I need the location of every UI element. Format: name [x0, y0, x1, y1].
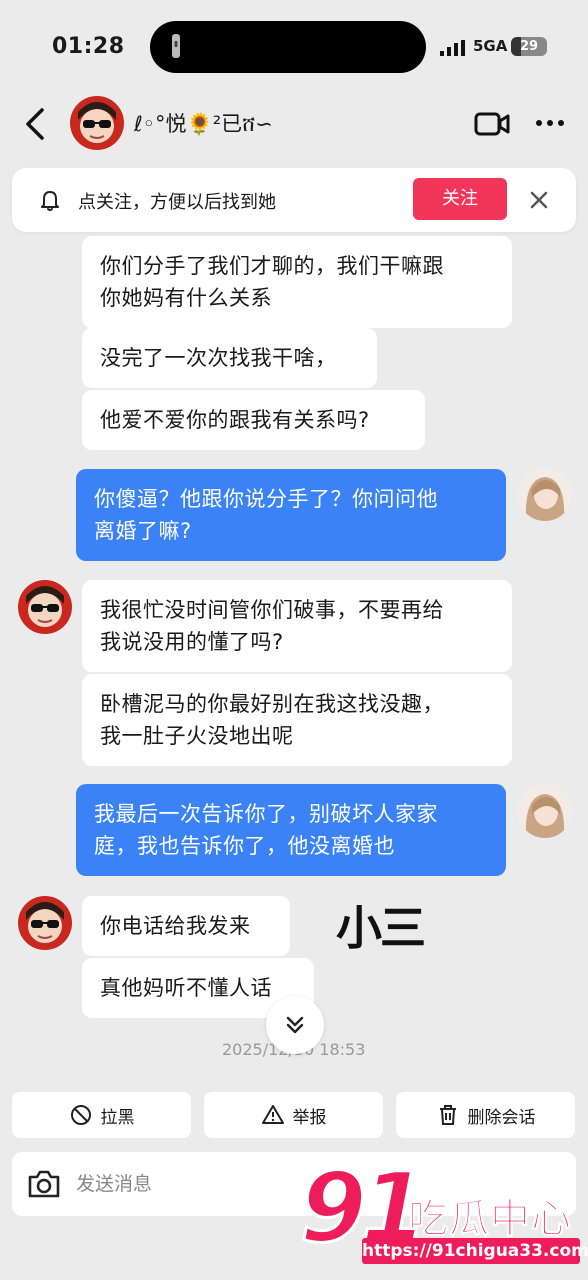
delete-label: 删除会话 [467, 1107, 536, 1128]
close-icon[interactable] [529, 190, 549, 210]
report-label: 举报 [292, 1107, 327, 1128]
message-bubble[interactable]: 我很忙没时间管你们破事，不要再给 我说没用的懂了吗? [82, 580, 512, 672]
camera-icon[interactable] [26, 1167, 62, 1201]
message-bubble[interactable]: 你傻逼？他跟你说分手了？你问问他 离婚了嘛? [76, 469, 506, 561]
message-line: 离婚了嘛? [94, 519, 192, 543]
trash-icon [439, 1105, 456, 1125]
watermark-logo: 91 吃瓜中心 https://91chigua33.com [299, 1151, 588, 1268]
block-label: 拉黑 [100, 1107, 135, 1128]
message-line: 卧槽泥马的你最好别在我这找没趣， [100, 692, 444, 716]
battery-level: 29 [519, 39, 539, 54]
back-icon[interactable] [22, 106, 50, 142]
my-avatar[interactable] [518, 784, 572, 838]
follow-prompt: 点关注，方便以后找到她 [78, 192, 276, 213]
block-button[interactable]: 拉黑 [12, 1092, 191, 1138]
contact-avatar[interactable] [70, 96, 124, 150]
message-bubble[interactable]: 你们分手了我们才聊的，我们干嘛跟 你她妈有什么关系 [82, 236, 512, 328]
message-input[interactable] [76, 1169, 316, 1199]
message-bubble[interactable]: 没完了一次次找我干啥， [82, 328, 377, 388]
contact-avatar[interactable] [18, 896, 72, 950]
watermark-url: https://91chigua33.com [362, 1238, 588, 1264]
message-line: 我说没用的懂了吗? [100, 630, 284, 654]
flashlight-icon [172, 34, 180, 58]
more-icon[interactable] [535, 118, 565, 128]
message-bubble[interactable]: 我最后一次告诉你了，别破坏人家家 庭，我也告诉你了，他没离婚也 [76, 784, 506, 876]
message-line: 你她妈有什么关系 [100, 286, 272, 310]
message-bubble[interactable]: 他爱不爱你的跟我有关系吗? [82, 390, 425, 450]
status-bar: 01:28 5GA 29 [0, 0, 588, 96]
bell-icon [41, 191, 59, 211]
follow-banner: 点关注，方便以后找到她 关注 [12, 168, 576, 232]
message-line: 你电话给我发来 [100, 914, 251, 938]
signal-icon [440, 40, 465, 56]
warning-icon [261, 1105, 284, 1124]
contact-name[interactable]: ℓ◦°悦🌻²已ሸ∽ [134, 108, 273, 138]
delete-chat-button[interactable]: 删除会话 [396, 1092, 575, 1138]
message-line: 你们分手了我们才聊的，我们干嘛跟 [100, 254, 444, 278]
message-line: 没完了一次次找我干啥， [100, 346, 337, 370]
watermark-name: 吃瓜中心 [408, 1196, 572, 1243]
follow-button[interactable]: 关注 [413, 178, 507, 220]
message-line: 庭，我也告诉你了，他没离婚也 [94, 834, 395, 858]
message-line: 你傻逼？他跟你说分手了？你问问他 [94, 487, 438, 511]
annotation-text: 小三 [336, 901, 426, 955]
my-avatar[interactable] [518, 467, 572, 521]
clock: 01:28 [52, 34, 125, 59]
message-bubble[interactable]: 卧槽泥马的你最好别在我这找没趣， 我一肚子火没地出呢 [82, 674, 512, 766]
message-line: 我一肚子火没地出呢 [100, 724, 294, 748]
double-chevron-down-icon [286, 1016, 304, 1034]
message-line: 真他妈听不懂人话 [100, 976, 272, 1000]
network-type: 5GA [473, 37, 508, 55]
battery-indicator: 29 [511, 37, 547, 56]
chat-header: ℓ◦°悦🌻²已ሸ∽ [0, 96, 588, 154]
dynamic-island [150, 21, 426, 73]
block-icon [70, 1105, 91, 1125]
message-bubble[interactable]: 你电话给我发来 [82, 896, 290, 956]
video-call-icon[interactable] [474, 111, 510, 137]
message-line: 我最后一次告诉你了，别破坏人家家 [94, 802, 438, 826]
scroll-to-bottom-button[interactable] [266, 996, 324, 1054]
report-button[interactable]: 举报 [204, 1092, 383, 1138]
message-line: 我很忙没时间管你们破事，不要再给 [100, 598, 444, 622]
contact-avatar[interactable] [18, 580, 72, 634]
message-line: 他爱不爱你的跟我有关系吗? [100, 408, 370, 432]
